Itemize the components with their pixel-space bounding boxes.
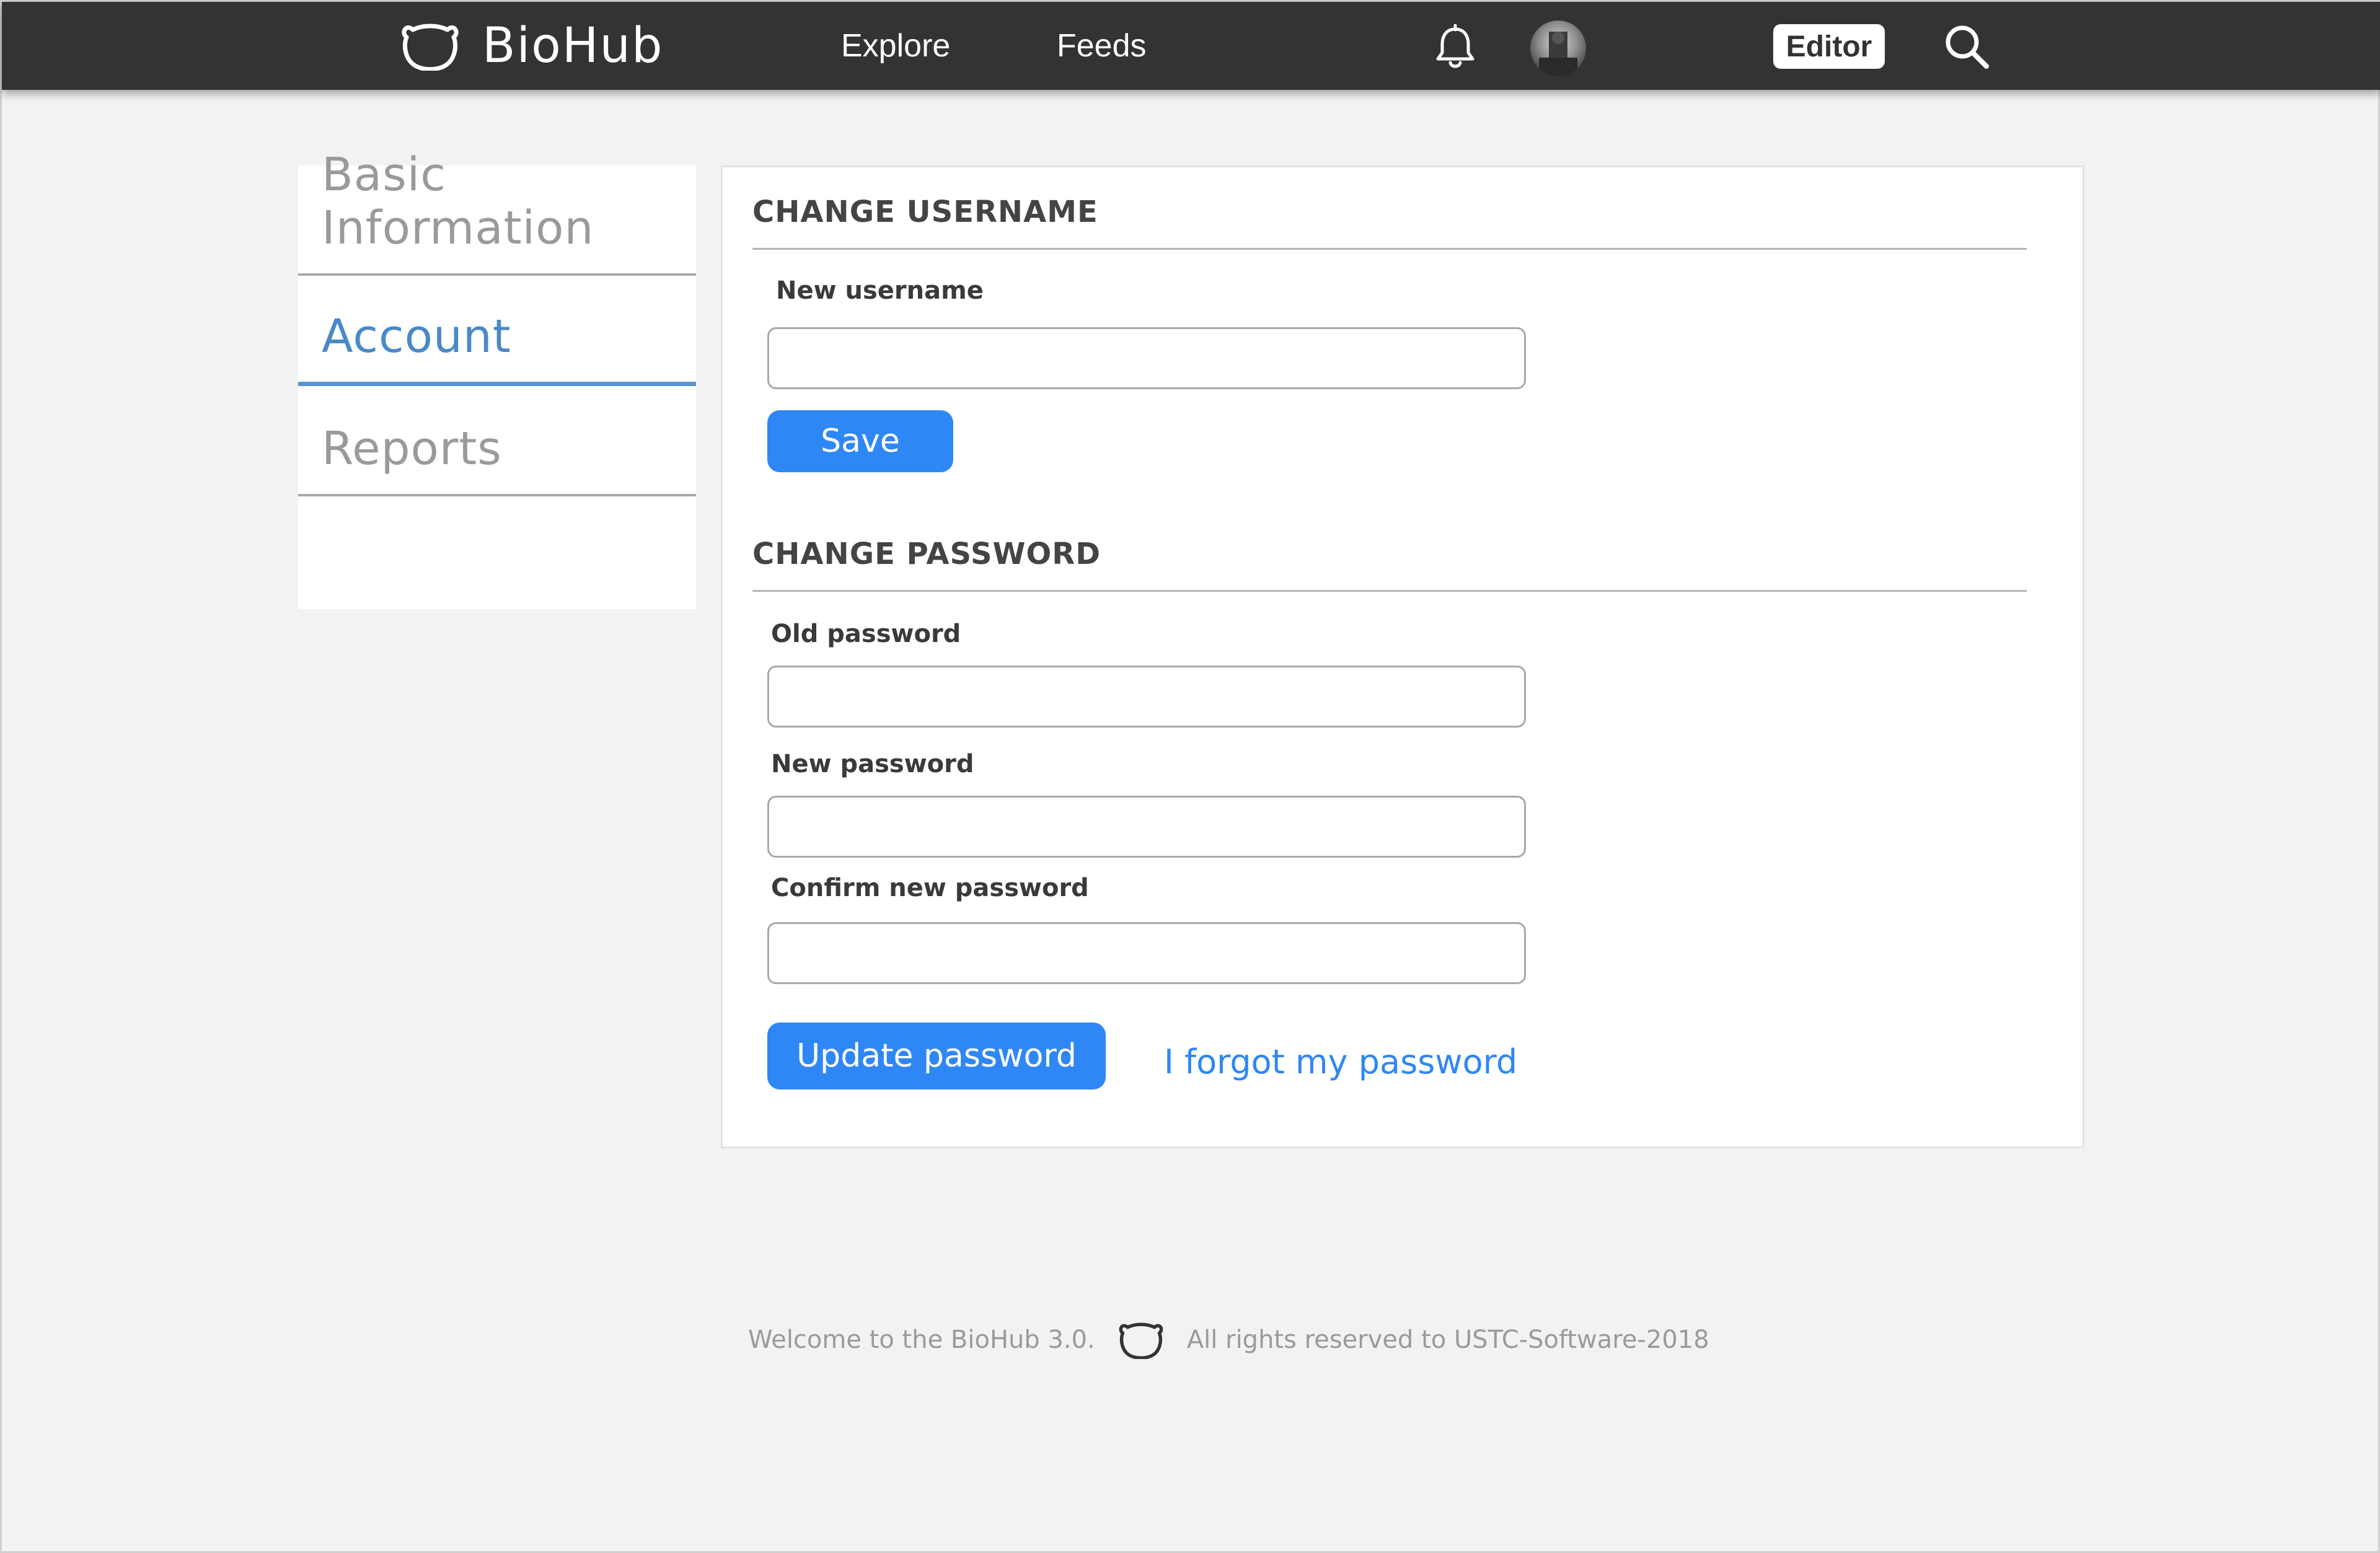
change-username-heading: CHANGE USERNAME xyxy=(752,195,1098,229)
editor-button[interactable]: Editor xyxy=(1773,24,1885,69)
bear-head-icon xyxy=(402,24,459,71)
brand[interactable]: BioHub xyxy=(402,18,664,74)
change-password-heading: CHANGE PASSWORD xyxy=(752,537,1101,571)
nav-feeds[interactable]: Feeds xyxy=(1057,25,1147,66)
new-username-input[interactable] xyxy=(767,327,1526,389)
sidebar-item-label: Account xyxy=(322,310,511,363)
sidebar-item-label: Reports xyxy=(322,422,502,475)
avatar-figure-icon xyxy=(1539,32,1577,76)
sidebar-item-basic-information[interactable]: Basic Information xyxy=(298,148,696,276)
page-footer: Welcome to the BioHub 3.0. All rights re… xyxy=(748,1318,1709,1362)
sidebar-item-label: Basic Information xyxy=(322,148,594,255)
footer-welcome-text: Welcome to the BioHub 3.0. xyxy=(748,1326,1095,1354)
footer-rights-text: All rights reserved to USTC-Software-201… xyxy=(1186,1326,1709,1354)
section-divider xyxy=(752,590,2027,592)
search-icon[interactable] xyxy=(1942,22,1991,71)
forgot-password-link[interactable]: I forgot my password xyxy=(1164,1042,1517,1081)
update-password-button[interactable]: Update password xyxy=(767,1023,1106,1089)
sidebar-item-account[interactable]: Account xyxy=(298,276,696,386)
brand-name: BioHub xyxy=(482,18,664,74)
bell-icon[interactable] xyxy=(1434,24,1477,70)
new-password-input[interactable] xyxy=(767,796,1526,858)
old-password-label: Old password xyxy=(771,620,961,648)
section-divider xyxy=(752,248,2027,250)
sidebar-item-reports[interactable]: Reports xyxy=(298,386,696,496)
bear-head-icon xyxy=(1119,1322,1163,1359)
new-username-label: New username xyxy=(776,276,984,305)
user-avatar[interactable] xyxy=(1530,20,1586,76)
confirm-password-input[interactable] xyxy=(767,922,1526,984)
settings-sidebar: Basic Information Account Reports xyxy=(298,148,696,609)
top-navigation-bar: BioHub Explore Feeds Editor xyxy=(2,2,2380,90)
account-settings-panel: CHANGE USERNAME New username Save CHANGE… xyxy=(721,165,2084,1148)
old-password-input[interactable] xyxy=(767,666,1526,728)
save-username-button[interactable]: Save xyxy=(767,410,953,472)
nav-explore[interactable]: Explore xyxy=(841,25,950,66)
new-password-label: New password xyxy=(771,750,974,778)
confirm-password-label: Confirm new password xyxy=(771,874,1089,902)
